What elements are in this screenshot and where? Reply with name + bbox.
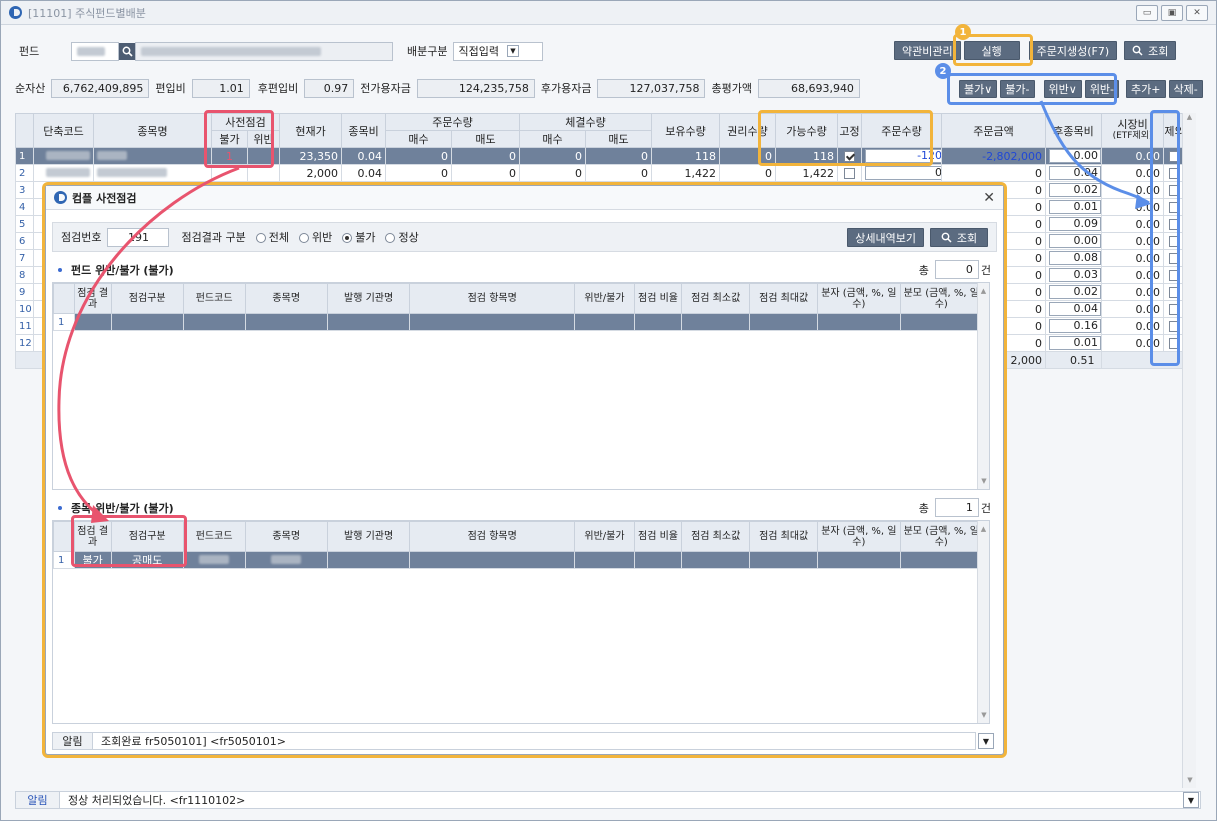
- pink-arrow: [57, 166, 240, 519]
- status-bar: 알림 정상 처리되었습니다. <fr1110102>: [15, 791, 1201, 809]
- status-tag: 알림: [16, 792, 60, 808]
- blue-arrow: [1039, 100, 1150, 205]
- annotation-arrows: [57, 100, 1151, 523]
- status-message: 정상 처리되었습니다. <fr1110102>: [68, 794, 246, 807]
- pink-arrowhead: [91, 505, 109, 523]
- chevron-down-icon[interactable]: ▼: [1183, 792, 1199, 808]
- main-window: [11101] 주식펀드별배분 ▭ ▣ ✕ 펀드 배분구분 직접입력 ▼ 약관비…: [0, 0, 1217, 821]
